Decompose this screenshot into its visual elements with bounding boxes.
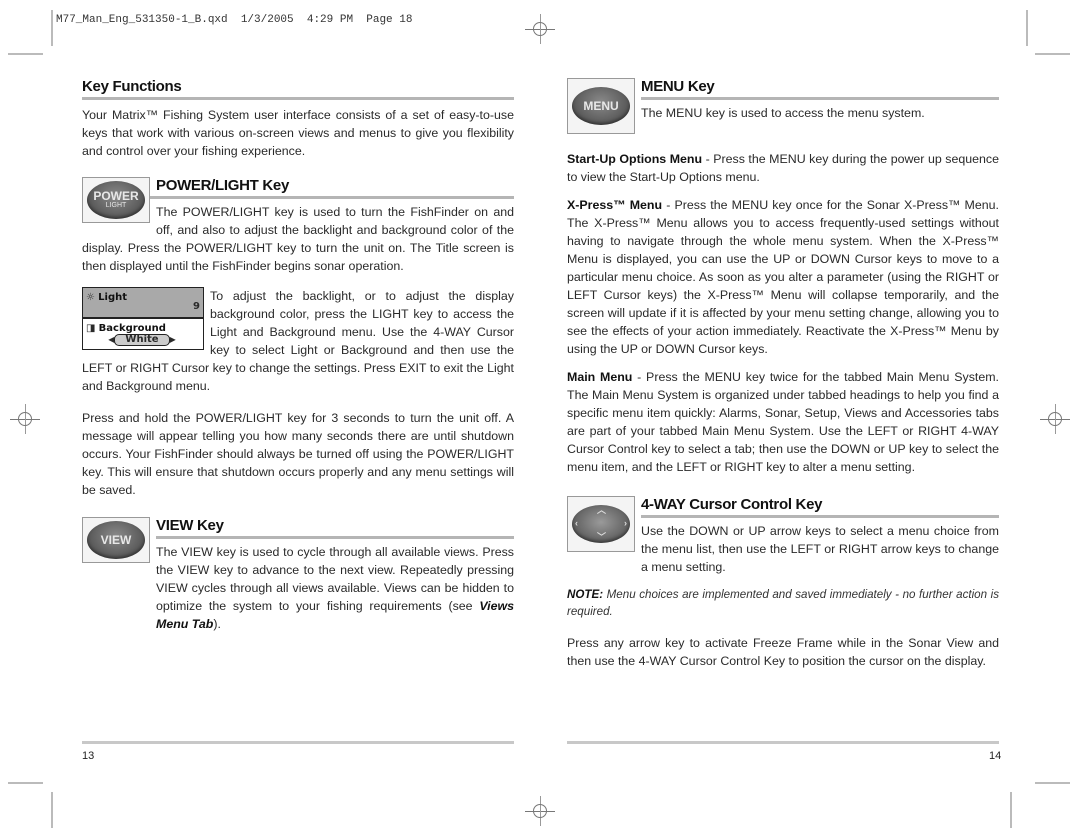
light-value: 9 <box>193 301 200 312</box>
registration-mark-icon <box>525 796 555 826</box>
view-key-label: VIEW <box>100 532 132 547</box>
crop-mark <box>51 10 53 46</box>
right-arrow-icon: › <box>624 518 627 528</box>
view-body-end: ). <box>213 617 221 631</box>
heading-rule <box>156 536 514 539</box>
power-light-section: POWER LIGHT POWER/LIGHT Key The POWER/LI… <box>82 177 514 499</box>
view-key-icon: VIEW <box>87 521 145 559</box>
crop-mark <box>8 782 43 784</box>
crop-mark <box>51 792 53 828</box>
power-key-label: POWER <box>93 188 139 203</box>
section-title: MENU Key <box>641 78 715 95</box>
view-key-image: VIEW <box>82 517 150 563</box>
xpress-term: X-Press™ Menu <box>567 198 663 212</box>
heading-rule <box>82 97 514 100</box>
freeze-frame-paragraph: Press any arrow key to activate Freeze F… <box>567 636 999 668</box>
section-title: Key Functions <box>82 78 182 95</box>
menu-key-image: MENU <box>567 78 635 134</box>
heading-rule <box>641 515 999 518</box>
section-title: 4-WAY Cursor Control Key <box>641 496 823 513</box>
left-arrow-icon: ‹ <box>575 518 578 528</box>
hold-body: Press and hold the POWER/LIGHT key for 3… <box>82 411 514 497</box>
registration-mark-icon <box>10 404 40 434</box>
startup-options-term: Start-Up Options Menu <box>567 152 703 166</box>
menu-body: The MENU key is used to access the menu … <box>641 106 925 120</box>
footer-rule <box>82 741 514 744</box>
power-light-key-image: POWER LIGHT <box>82 177 150 223</box>
page-number-right: 14 <box>989 750 1002 762</box>
main-menu-term: Main Menu <box>567 370 633 384</box>
power-key-icon: POWER LIGHT <box>87 181 145 219</box>
background-selector: ◀ White ▶ <box>105 333 179 346</box>
heading-rule <box>641 97 999 100</box>
light-label: Light <box>98 292 128 303</box>
right-page: MENU MENU Key The MENU key is used to ac… <box>567 78 999 670</box>
note-paragraph: NOTE: Menu choices are implemented and s… <box>567 586 999 620</box>
crop-mark <box>8 53 43 55</box>
light-row: ☼ Light 9 <box>83 288 203 319</box>
cursor-pad-icon: ︿ ‹ › ﹀ <box>572 505 630 543</box>
light-background-menu-screen: ☼ Light 9 ◨ Background ◀ White ▶ <box>82 287 204 350</box>
view-body: The VIEW key is used to cycle through al… <box>156 543 514 633</box>
key-functions-body: Your Matrix™ Fishing System user interfa… <box>82 108 514 158</box>
cursor-body: Use the DOWN or UP arrow keys to select … <box>641 524 999 574</box>
main-menu-body: - Press the MENU key twice for the tabbe… <box>567 370 999 474</box>
view-body-text: The VIEW key is used to cycle through al… <box>156 545 514 613</box>
menu-key-icon: MENU <box>572 87 630 125</box>
crop-mark <box>1010 792 1012 828</box>
footer-rule <box>567 741 999 744</box>
right-arrow-icon: ▶ <box>169 334 176 344</box>
key-functions-section: Key Functions Your Matrix™ Fishing Syste… <box>82 78 514 160</box>
sun-icon: ☼ <box>86 292 95 303</box>
left-page: Key Functions Your Matrix™ Fishing Syste… <box>82 78 514 633</box>
section-title: VIEW Key <box>156 517 224 534</box>
crop-mark <box>1035 53 1070 55</box>
light-key-label: LIGHT <box>105 201 127 209</box>
note-body: Menu choices are implemented and saved i… <box>567 588 999 618</box>
cursor-section: ︿ ‹ › ﹀ 4-WAY Cursor Control Key Use the… <box>567 496 999 576</box>
crop-mark <box>1026 10 1028 46</box>
registration-mark-icon <box>1040 404 1070 434</box>
crop-mark <box>1035 782 1070 784</box>
view-section: VIEW VIEW Key The VIEW key is used to cy… <box>82 517 514 633</box>
registration-mark-icon <box>525 14 555 44</box>
page-number-left: 13 <box>82 750 95 762</box>
background-row: ◨ Background ◀ White ▶ <box>83 319 203 349</box>
note-label: NOTE: <box>567 588 604 601</box>
main-menu-paragraph: Main Menu - Press the MENU key twice for… <box>567 368 999 476</box>
cursor-key-image: ︿ ‹ › ﹀ <box>567 496 635 552</box>
up-arrow-icon: ︿ <box>597 505 607 515</box>
down-arrow-icon: ﹀ <box>597 532 607 542</box>
startup-options-paragraph: Start-Up Options Menu - Press the MENU k… <box>567 150 999 186</box>
xpress-paragraph: X-Press™ Menu - Press the MENU key once … <box>567 196 999 358</box>
file-slug: M77_Man_Eng_531350-1_B.qxd 1/3/2005 4:29… <box>56 14 413 26</box>
xpress-body: - Press the MENU key once for the Sonar … <box>567 198 999 356</box>
background-icon: ◨ <box>86 323 96 334</box>
background-value: White <box>114 333 170 346</box>
menu-section: MENU MENU Key The MENU key is used to ac… <box>567 78 999 134</box>
menu-key-label: MENU <box>583 98 619 113</box>
